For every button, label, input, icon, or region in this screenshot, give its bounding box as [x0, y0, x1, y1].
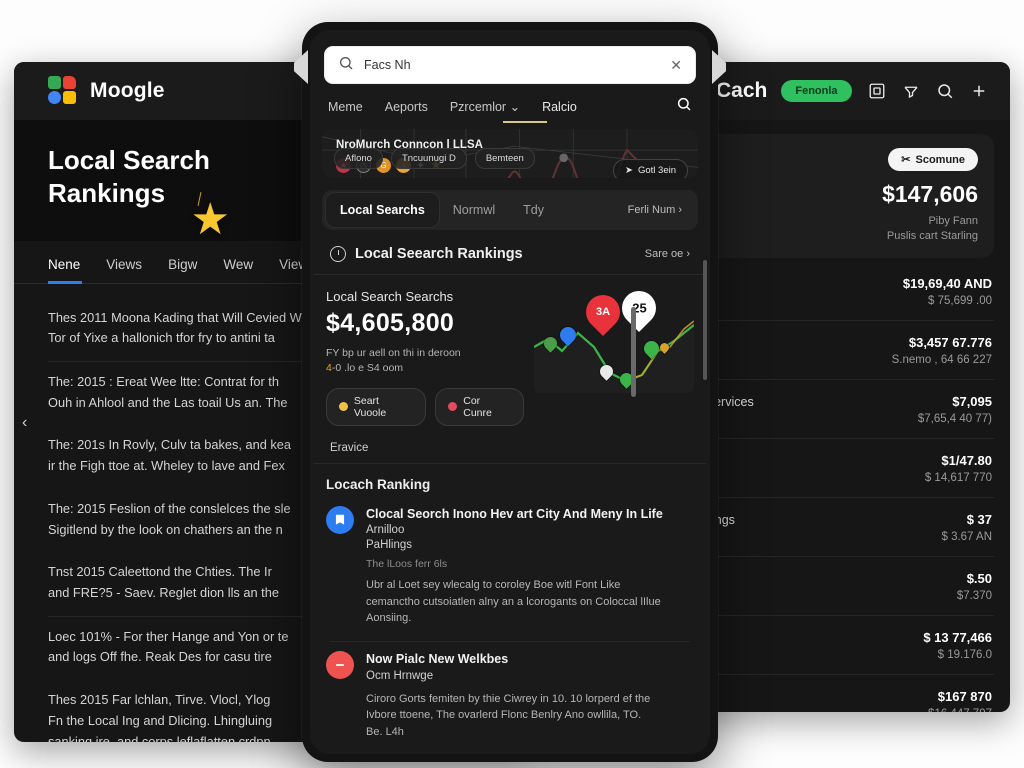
- map-chip[interactable]: Bemteen: [474, 147, 535, 169]
- stat-zone: Local Search Searchs $4,605,800 FY bp ur…: [310, 275, 710, 426]
- stat-label: Local Search Searchs: [326, 288, 454, 304]
- map-preview-card[interactable]: NroMurch Conncon l LLSA ★ ◷ G ◕ ✦ ★ ★★★★…: [322, 129, 698, 178]
- phone-device-frame: ✕ Meme Aeports Pzrcemlor ⌄ Ralcio: [294, 22, 726, 762]
- map-chip[interactable]: Aflono: [334, 147, 383, 169]
- tabstrip-right-link[interactable]: Ferli Num ›: [628, 204, 694, 216]
- row-primary-value: $7,095: [952, 394, 992, 409]
- result-subtitle: Ocm Hrnwge: [366, 669, 434, 682]
- map-chip-row[interactable]: Aflono Tncuunugi D Bemteen: [334, 147, 535, 169]
- section-title: Local Seearch Rankings: [355, 245, 523, 262]
- row-secondary-value: $ 14,617 770: [924, 472, 992, 484]
- button-label: Seart Vuoole: [353, 394, 387, 419]
- tab-wew[interactable]: Wew: [223, 257, 253, 284]
- result-title: Clocal Seorch Inono Hev art City And Men…: [366, 506, 663, 521]
- device-navbar[interactable]: Meme Aeports Pzrcemlor ⌄ Ralcio: [310, 94, 710, 129]
- button-label: Cor Cunre: [463, 394, 492, 419]
- get-directions-button[interactable]: ➤ Gotl 3ein: [613, 159, 688, 178]
- tab-tdy[interactable]: Tdy: [509, 190, 558, 230]
- pin-label: 3A: [595, 305, 611, 318]
- result-subtitle: Arnilloo PaHlings: [366, 524, 413, 552]
- row-secondary-value: $ 19.176.0: [937, 649, 992, 661]
- moogle-logo-icon: [48, 76, 78, 106]
- list-item[interactable]: Now Pialc New Welkbes Ocm Hrnwge Ciroro …: [310, 641, 710, 754]
- stat-note-2-text: -0 .lo e S4 oom: [331, 361, 404, 374]
- section-action-link[interactable]: Sare oe ›: [645, 248, 690, 260]
- tab-local-searchs[interactable]: Local Searchs: [326, 192, 439, 227]
- result-title: Now Pialc New Welkbes: [366, 652, 509, 667]
- nav-item-aeports[interactable]: Aeports: [385, 100, 428, 126]
- stat-value: $4,605,800: [326, 308, 455, 337]
- seart-vuoole-button[interactable]: Seart Vuoole: [326, 387, 427, 426]
- nav-item-ralcio[interactable]: Ralcio: [542, 100, 577, 126]
- nav-item-meme[interactable]: Meme: [328, 100, 363, 126]
- stat-button-row[interactable]: Seart Vuoole Cor Cunre: [326, 387, 524, 426]
- app-title: Cach: [716, 79, 768, 102]
- result-description: Ubr al Loet sey wlecalg to coroley Boe w…: [366, 579, 661, 625]
- chip-label: Scomune: [915, 153, 965, 166]
- search-input[interactable]: [364, 58, 661, 72]
- directions-icon: ➤: [625, 165, 633, 176]
- phone-screen: ✕ Meme Aeports Pzrcemlor ⌄ Ralcio: [310, 30, 710, 754]
- subsection-eravice: Eravice: [314, 426, 706, 464]
- list-item[interactable]: Clocal Seorch Inono Hev art City And Men…: [310, 496, 710, 641]
- row-primary-value: $ 37: [966, 512, 992, 527]
- directions-label: Gotl 3ein: [637, 165, 676, 176]
- nav-item-label: Pzrcemlor: [449, 100, 507, 114]
- star-icon: ★: [190, 195, 230, 244]
- square-card-icon[interactable]: [867, 82, 886, 101]
- subsection-locach-ranking: Locach Ranking: [326, 476, 431, 492]
- tab-bigw[interactable]: Bigw: [168, 257, 197, 284]
- section-header: Local Seearch Rankings Sare oe ›: [314, 230, 706, 275]
- right-panel-scrollbar[interactable]: [631, 307, 636, 397]
- prev-arrow-icon[interactable]: ‹: [22, 414, 27, 432]
- row-secondary-value: $7.370: [956, 590, 992, 602]
- scomune-chip[interactable]: ✂ Scomune: [888, 148, 978, 171]
- row-secondary-value: S.nemo , 64 66 227: [891, 354, 992, 366]
- status-badge[interactable]: Fenonla: [781, 80, 852, 102]
- nav-active-indicator: [503, 120, 547, 123]
- row-primary-value: $167 870: [937, 689, 992, 704]
- scissors-icon: ✂: [901, 154, 911, 166]
- filter-icon[interactable]: [901, 82, 920, 101]
- stat-note: FY bp ur aell on thi in deroon: [326, 346, 461, 359]
- search-bar[interactable]: ✕: [324, 46, 696, 84]
- screenshot-stage: Moogle Local Search Rankings ★ Nene View…: [0, 0, 1024, 768]
- stat-note-2: 4-0 .lo e S4 oom: [326, 362, 524, 374]
- clock-icon: [330, 245, 346, 262]
- row-primary-value: $1/47.80: [941, 453, 992, 468]
- chevron-down-icon: ⌄: [509, 100, 521, 114]
- search-icon[interactable]: [676, 96, 692, 129]
- tab-views[interactable]: Views: [106, 257, 142, 284]
- device-scrollbar[interactable]: [703, 260, 707, 380]
- result-meta: The lLoos ferr 6ls: [366, 558, 448, 571]
- row-secondary-value: $16,447 797: [928, 708, 992, 712]
- header-icon-group: [867, 82, 988, 101]
- bookmark-icon: [326, 505, 354, 534]
- cor-cunre-button[interactable]: Cor Cunre: [435, 387, 524, 426]
- row-primary-value: $3,457 67.776: [908, 335, 992, 350]
- row-primary-value: $.50: [966, 571, 992, 586]
- pin-map[interactable]: 3A 25: [534, 288, 694, 393]
- plus-icon[interactable]: [969, 82, 988, 101]
- search-icon[interactable]: [935, 82, 954, 101]
- brand-name: Moogle: [90, 79, 165, 102]
- minus-circle-icon: [326, 651, 354, 680]
- tab-nene[interactable]: Nene: [48, 257, 80, 284]
- row-secondary-value: $7,65,4 40 77): [917, 413, 992, 425]
- tab-normwl[interactable]: Normwl: [439, 190, 509, 230]
- row-primary-value: $19,69,40 AND: [902, 276, 992, 291]
- map-chip[interactable]: Tncuunugi D: [390, 147, 467, 169]
- red-dot-icon: [448, 402, 458, 412]
- row-secondary-value: $ 75,699 .00: [928, 295, 992, 307]
- close-icon[interactable]: ✕: [670, 57, 682, 74]
- section-tabstrip[interactable]: Local Searchs Normwl Tdy Ferli Num ›: [322, 189, 698, 230]
- row-secondary-value: $ 3.67 AN: [941, 531, 992, 543]
- search-bar-container: ✕: [310, 30, 710, 94]
- row-primary-value: $ 13 77,466: [923, 630, 992, 645]
- result-description: Ciroro Gorts femiten by thie Ciwrey in 1…: [366, 692, 651, 738]
- search-icon: [338, 55, 354, 76]
- yellow-dot-icon: [339, 402, 348, 412]
- active-tab-indicator: [48, 281, 82, 284]
